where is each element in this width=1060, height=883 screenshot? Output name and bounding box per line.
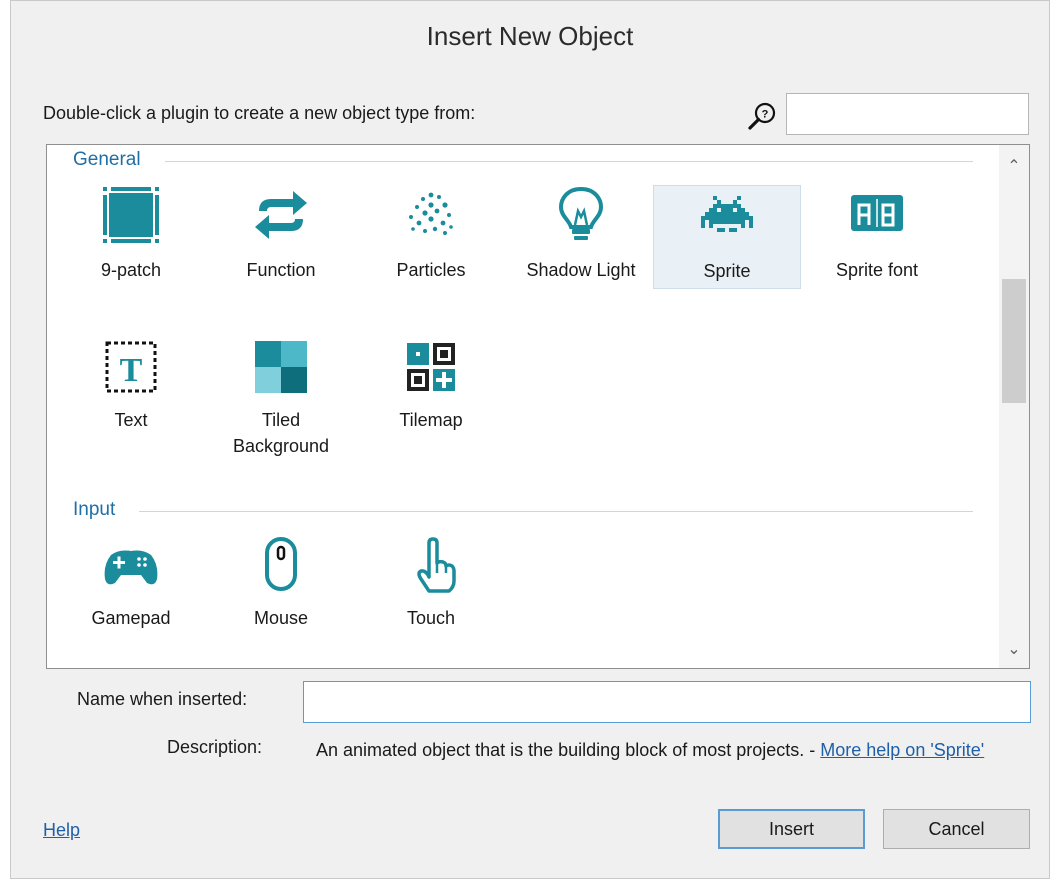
plugin-9-patch[interactable]: 9-patch — [57, 185, 205, 289]
plugin-sprite-font[interactable]: Sprite font — [803, 185, 951, 289]
insert-button[interactable]: Insert — [718, 809, 865, 849]
instruction-text: Double-click a plugin to create a new ob… — [43, 103, 476, 123]
plugin-label: Sprite font — [835, 260, 919, 280]
group-divider-input — [139, 511, 973, 512]
scroll-up-arrow[interactable]: ⌃ — [999, 153, 1029, 181]
plugin-tilemap[interactable]: Tilemap — [357, 337, 505, 441]
group-label-input: Input — [73, 499, 116, 520]
plugin-label: Particles — [396, 260, 466, 280]
plugin-label: Function — [246, 260, 316, 280]
group-divider-general — [165, 161, 973, 162]
text-icon: T — [105, 341, 157, 393]
dialog-title: Insert New Object — [426, 21, 634, 51]
description-text: An animated object that is the building … — [316, 737, 1034, 763]
tiled-background-icon — [255, 341, 307, 393]
help-link[interactable]: Help — [43, 820, 80, 841]
svg-text:?: ? — [762, 109, 769, 121]
touch-icon — [417, 537, 456, 593]
description-body: An animated object that is the building … — [316, 740, 821, 760]
plugin-label: Sprite — [703, 261, 751, 281]
function-icon — [255, 191, 307, 239]
nine-patch-icon — [103, 187, 159, 243]
plugin-label: Gamepad — [91, 608, 171, 628]
sprite-icon — [701, 196, 753, 232]
search-input[interactable] — [786, 93, 1029, 135]
plugin-mouse[interactable]: Mouse — [207, 535, 355, 639]
plugin-label: Touch — [406, 608, 456, 628]
plugin-label: Text — [114, 410, 148, 430]
group-label-general: General — [73, 149, 141, 170]
plugin-label: Mouse — [253, 608, 309, 628]
svg-text:T: T — [120, 352, 143, 389]
plugin-text[interactable]: T Text — [57, 337, 205, 441]
name-field-label: Name when inserted: — [77, 689, 248, 709]
vertical-scrollbar[interactable]: ⌃ ⌄ — [999, 145, 1029, 668]
plugin-label: Tiled Background — [232, 410, 330, 456]
plugin-label: 9-patch — [100, 260, 162, 280]
plugin-gamepad[interactable]: Gamepad — [57, 535, 205, 639]
scroll-thumb[interactable] — [1002, 279, 1026, 403]
scroll-down-arrow[interactable]: ⌄ — [999, 636, 1029, 664]
gamepad-icon — [104, 550, 158, 585]
name-input[interactable] — [303, 681, 1031, 723]
plugin-touch[interactable]: Touch — [357, 535, 505, 639]
plugin-shadow-light[interactable]: Shadow Light — [507, 185, 655, 289]
shadow-light-icon — [558, 186, 604, 240]
more-help-link[interactable]: More help on 'Sprite' — [820, 740, 984, 760]
mouse-icon — [265, 537, 297, 591]
plugin-sprite[interactable]: Sprite — [653, 185, 801, 289]
plugin-list: General 9-patch Function Particles Shado… — [46, 144, 1030, 669]
plugin-label: Tilemap — [399, 410, 463, 430]
sprite-font-icon — [851, 195, 903, 231]
particles-icon — [409, 192, 453, 235]
plugin-particles[interactable]: Particles — [357, 185, 505, 289]
tilemap-icon — [407, 343, 455, 391]
insert-new-object-dialog: Insert New Object Double-click a plugin … — [10, 0, 1050, 879]
search-icon[interactable]: ? — [745, 99, 779, 133]
plugin-function[interactable]: Function — [207, 185, 355, 289]
description-label: Description: — [167, 737, 263, 757]
plugin-label: Shadow Light — [526, 260, 636, 280]
cancel-button[interactable]: Cancel — [883, 809, 1030, 849]
plugin-tiled-background[interactable]: Tiled Background — [207, 337, 355, 467]
